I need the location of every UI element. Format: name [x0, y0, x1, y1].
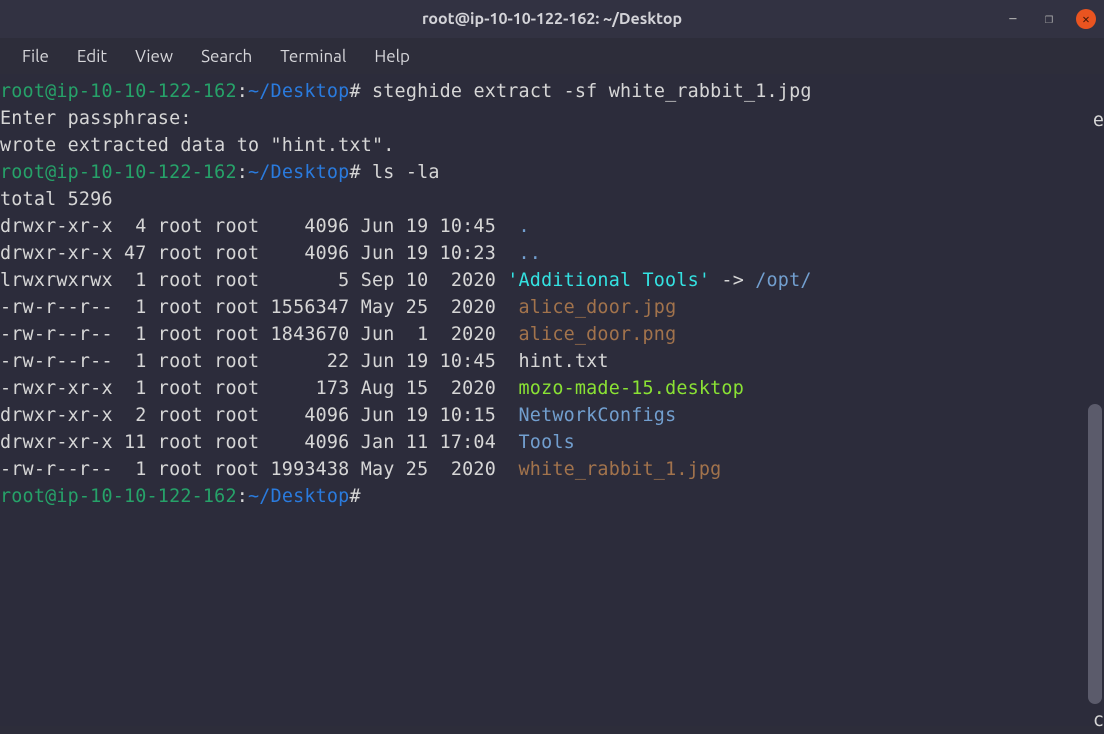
menu-terminal[interactable]: Terminal: [266, 43, 360, 70]
ls-row: drwxr-xr-x 47 root root 4096 Jun 19 10:2…: [0, 240, 1104, 267]
ls-row: drwxr-xr-x 2 root root 4096 Jun 19 10:15…: [0, 402, 1104, 429]
scroll-thumb[interactable]: [1088, 404, 1102, 704]
ls-row: -rw-r--r-- 1 root root 1993438 May 25 20…: [0, 456, 1104, 483]
menu-search[interactable]: Search: [187, 43, 266, 70]
window-controls: − ❐ ✕: [1004, 0, 1096, 38]
menu-file[interactable]: File: [8, 43, 63, 70]
menubar: File Edit View Search Terminal Help: [0, 38, 1104, 74]
ls-row: -rw-r--r-- 1 root root 22 Jun 19 10:45 h…: [0, 348, 1104, 375]
ls-row: lrwxrwxrwx 1 root root 5 Sep 10 2020 'Ad…: [0, 267, 1104, 294]
window-title: root@ip-10-10-122-162: ~/Desktop: [422, 10, 682, 28]
close-button[interactable]: ✕: [1076, 9, 1096, 29]
terminal-content[interactable]: root@ip-10-10-122-162:~/Desktop# steghid…: [0, 78, 1104, 510]
terminal-area[interactable]: root@ip-10-10-122-162:~/Desktop# steghid…: [0, 74, 1104, 726]
menu-help[interactable]: Help: [360, 43, 424, 70]
ls-row: drwxr-xr-x 11 root root 4096 Jan 11 17:0…: [0, 429, 1104, 456]
minimize-button[interactable]: −: [1004, 11, 1022, 27]
titlebar: root@ip-10-10-122-162: ~/Desktop − ❐ ✕: [0, 0, 1104, 38]
menu-view[interactable]: View: [121, 43, 187, 70]
ls-row: -rw-r--r-- 1 root root 1843670 Jun 1 202…: [0, 321, 1104, 348]
menu-edit[interactable]: Edit: [63, 43, 121, 70]
scrollbar[interactable]: [1088, 74, 1102, 726]
ls-row: drwxr-xr-x 4 root root 4096 Jun 19 10:45…: [0, 213, 1104, 240]
edge-fragment-2: c: [1093, 707, 1104, 734]
ls-row: -rwxr-xr-x 1 root root 173 Aug 15 2020 m…: [0, 375, 1104, 402]
ls-row: -rw-r--r-- 1 root root 1556347 May 25 20…: [0, 294, 1104, 321]
edge-fragment-1: e: [1093, 107, 1104, 134]
restore-button[interactable]: ❐: [1040, 11, 1058, 27]
